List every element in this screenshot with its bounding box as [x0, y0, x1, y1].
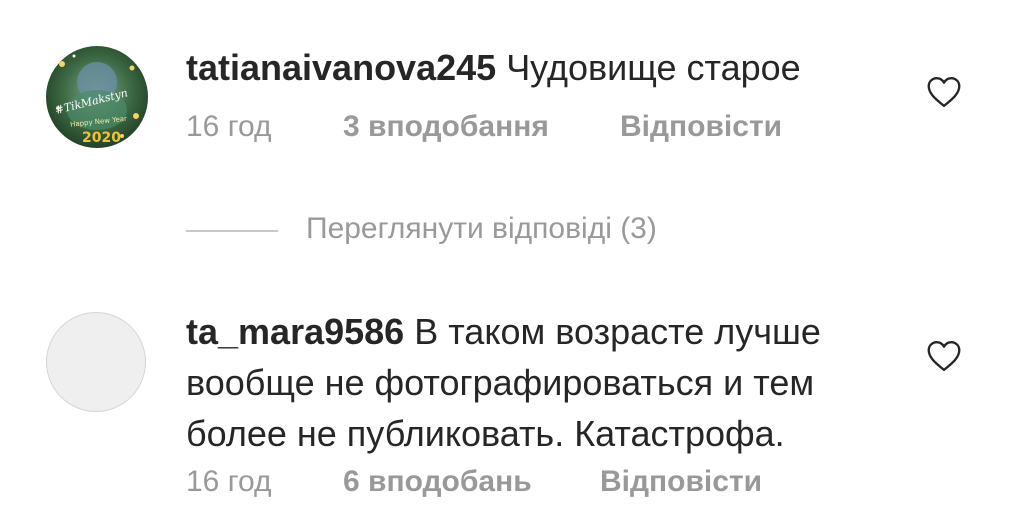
avatar-image: #TikMakstyn Happy New Year 2020	[46, 46, 148, 148]
reply-button[interactable]: Відповісти	[600, 465, 762, 499]
heart-outline-icon[interactable]	[926, 76, 962, 108]
comment-username[interactable]: ta_mara9586	[186, 311, 404, 352]
comment-username[interactable]: tatianaivanova245	[186, 47, 496, 88]
comment-body: tatianaivanova245 Чудовище старое	[186, 42, 891, 93]
view-replies-button[interactable]: Переглянути відповіді (3)	[186, 212, 746, 252]
comment-text: Чудовище старое	[506, 47, 801, 88]
comment-time: 16 год	[186, 110, 272, 143]
comment-time: 16 год	[186, 465, 272, 498]
comment-likes-count[interactable]: 6 вподобань	[343, 465, 532, 499]
heart-outline-icon[interactable]	[926, 340, 962, 372]
reply-button[interactable]: Відповісти	[620, 110, 782, 144]
avatar[interactable]: #TikMakstyn Happy New Year 2020	[46, 46, 148, 148]
replies-divider-line	[186, 230, 278, 232]
svg-text:2020: 2020	[82, 130, 121, 146]
view-replies-label: Переглянути відповіді (3)	[306, 212, 657, 245]
avatar[interactable]	[46, 312, 146, 412]
comment-body: ta_mara9586 В таком возрасте лучше вообщ…	[186, 306, 891, 459]
comment-item: #TikMakstyn Happy New Year 2020 tatianai…	[0, 0, 1024, 175]
comment-likes-count[interactable]: 3 вподобання	[343, 110, 549, 144]
comment-item: ta_mara9586 В таком возрасте лучше вообщ…	[0, 290, 1024, 521]
